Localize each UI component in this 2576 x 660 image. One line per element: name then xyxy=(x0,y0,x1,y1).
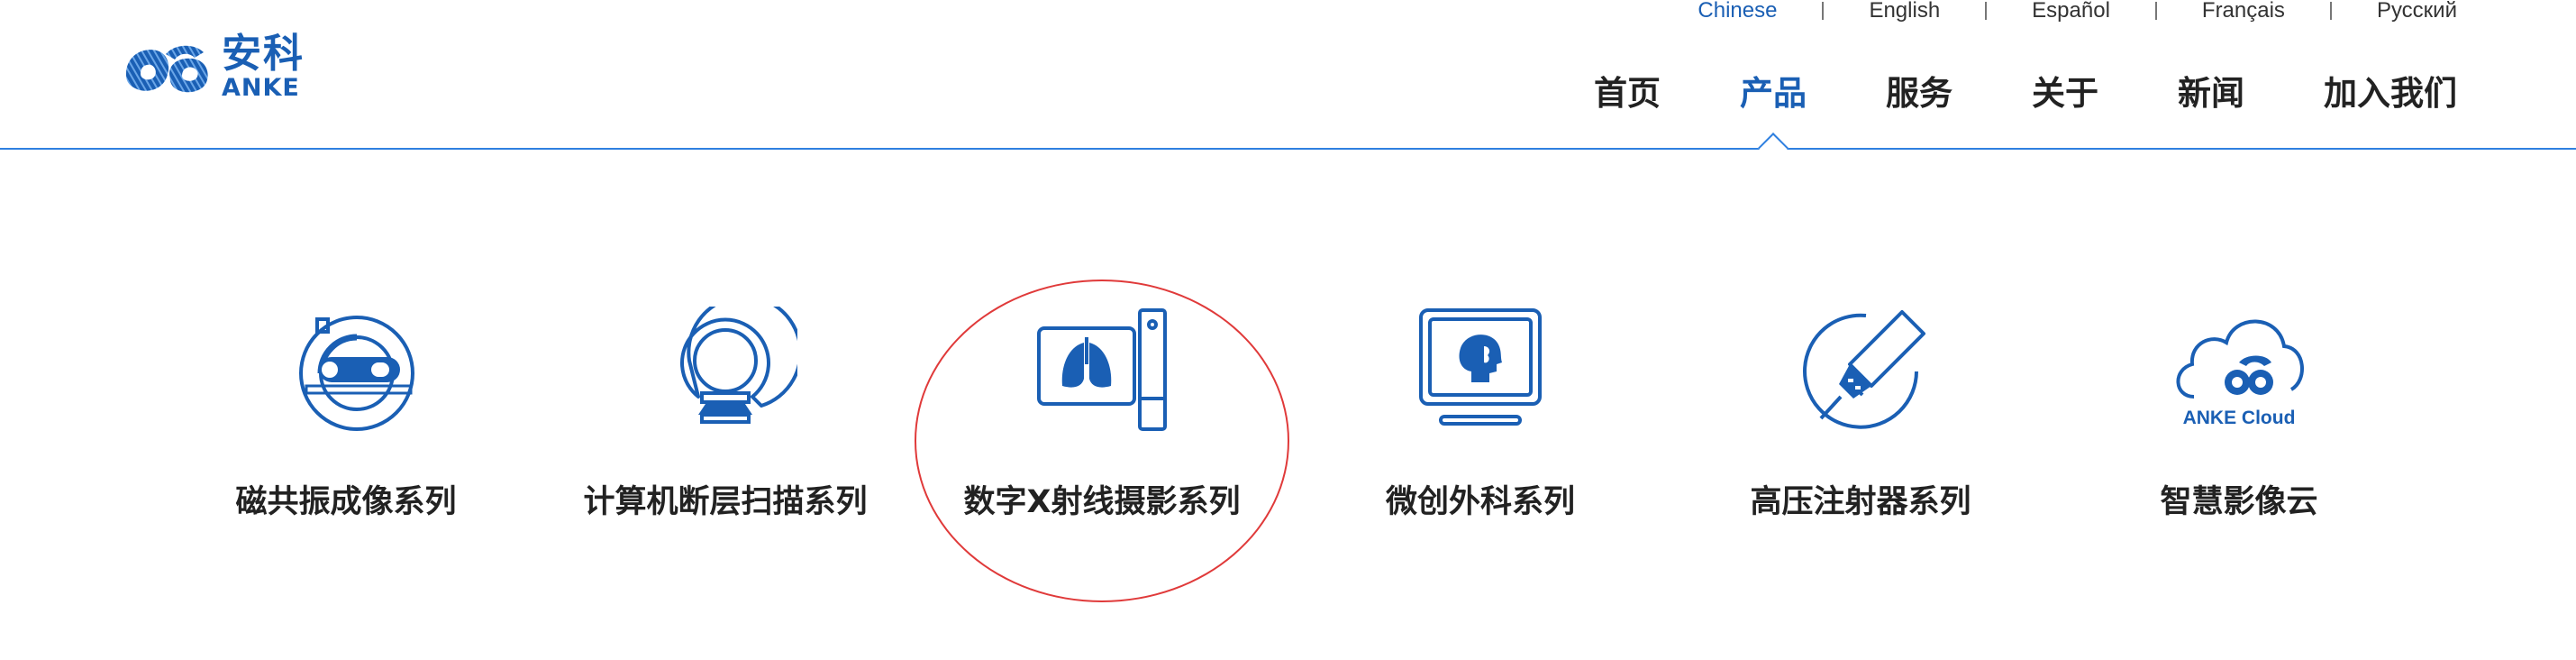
active-nav-indicator xyxy=(1758,133,1789,163)
product-label: 磁共振成像系列 xyxy=(235,484,457,520)
product-surgery[interactable]: 微创外科系列 xyxy=(1318,307,1643,522)
surgery-monitor-icon xyxy=(1419,308,1542,426)
cloud-icon-caption: ANKE Cloud xyxy=(2183,408,2296,428)
site-header: 安科 ANKE Chinese English Español Français… xyxy=(0,0,2576,163)
product-ct[interactable]: 计算机断层扫描系列 xyxy=(563,307,887,522)
injector-syringe-icon xyxy=(1803,310,1925,429)
header-divider xyxy=(0,148,2576,150)
brand-logo[interactable]: 安科 ANKE xyxy=(121,34,305,100)
lang-divider xyxy=(2329,2,2332,20)
product-label: 高压注射器系列 xyxy=(1750,484,1971,520)
ct-scanner-icon xyxy=(680,307,797,424)
main-nav: 首页 产品 服务 关于 新闻 加入我们 xyxy=(1594,74,2457,114)
nav-about[interactable]: 关于 xyxy=(2032,74,2098,114)
lang-russian[interactable]: Русский xyxy=(2377,0,2457,23)
lang-chinese[interactable]: Chinese xyxy=(1698,0,1777,23)
product-label: 微创外科系列 xyxy=(1385,484,1575,520)
lang-french[interactable]: Français xyxy=(2202,0,2285,23)
nav-join-us[interactable]: 加入我们 xyxy=(2324,74,2457,114)
product-label: 智慧影像云 xyxy=(2160,484,2318,520)
product-label: 计算机断层扫描系列 xyxy=(583,484,868,520)
nav-services[interactable]: 服务 xyxy=(1886,74,1952,114)
lang-divider xyxy=(1822,2,1825,20)
lang-spanish[interactable]: Español xyxy=(2032,0,2110,23)
highlight-annotation xyxy=(915,280,1289,602)
nav-news[interactable]: 新闻 xyxy=(2178,74,2244,114)
nav-home[interactable]: 首页 xyxy=(1594,74,1661,114)
product-cloud[interactable]: ANKE Cloud 智慧影像云 xyxy=(2077,307,2401,522)
lang-divider xyxy=(2154,2,2157,20)
product-mri[interactable]: 磁共振成像系列 xyxy=(184,307,508,522)
language-switcher: Chinese English Español Français Русский xyxy=(1698,0,2457,23)
lang-english[interactable]: English xyxy=(1869,0,1940,23)
brand-name-en: ANKE xyxy=(222,74,300,102)
anke-logo-icon xyxy=(126,45,208,92)
lang-divider xyxy=(1985,2,1988,20)
product-injector[interactable]: 高压注射器系列 xyxy=(1698,307,2023,522)
nav-products[interactable]: 产品 xyxy=(1740,74,1807,114)
cloud-icon: ANKE Cloud xyxy=(2176,319,2304,428)
mri-scanner-icon xyxy=(299,316,414,431)
brand-name-cn: 安科 xyxy=(222,31,305,77)
